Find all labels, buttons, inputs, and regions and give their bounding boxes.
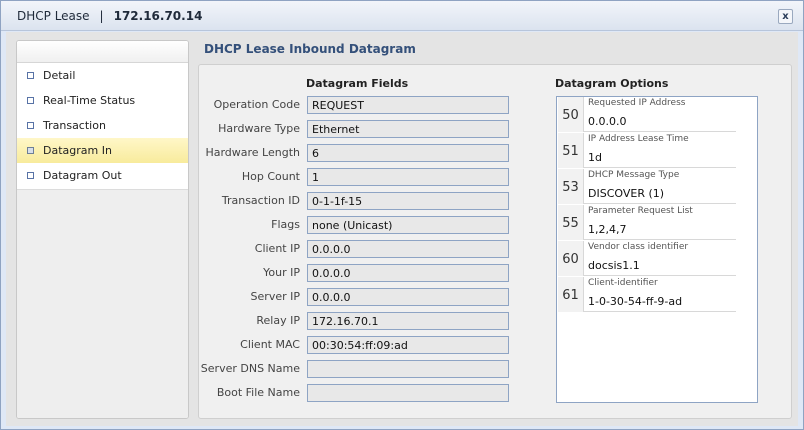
option-name: DHCP Message Type <box>588 170 680 180</box>
field-label: Flags <box>271 218 300 231</box>
sidebar-item-label: Transaction <box>43 119 106 132</box>
option-code: 60 <box>558 241 584 276</box>
field-label: Your IP <box>263 266 300 279</box>
sidebar-header <box>17 41 188 63</box>
option-code: 53 <box>558 169 584 204</box>
field-row-server-ip: Server IP 0.0.0.0 <box>206 288 526 306</box>
square-bullet-icon <box>27 72 34 79</box>
close-icon: x <box>782 11 789 22</box>
sidebar-empty-area <box>17 189 188 418</box>
field-label: Client IP <box>254 242 300 255</box>
field-row-relay-ip: Relay IP 172.16.70.1 <box>206 312 526 330</box>
window-title: DHCP Lease <box>17 8 90 23</box>
field-label: Hardware Type <box>218 122 300 135</box>
server-dns-name-field[interactable] <box>307 360 509 378</box>
square-bullet-icon <box>27 122 34 129</box>
section-title: DHCP Lease Inbound Datagram <box>204 42 416 56</box>
boot-file-name-field[interactable] <box>307 384 509 402</box>
window-body: Detail Real-Time Status Transaction Data… <box>6 32 798 426</box>
field-row-your-ip: Your IP 0.0.0.0 <box>206 264 526 282</box>
option-row-55: 55 Parameter Request List 1,2,4,7 <box>558 205 736 240</box>
sidebar-item-datagram-in[interactable]: Datagram In <box>17 138 188 163</box>
sidebar-item-label: Real-Time Status <box>43 94 136 107</box>
close-button[interactable]: x <box>778 9 793 24</box>
option-value: 1,2,4,7 <box>588 223 627 236</box>
field-label: Boot File Name <box>216 386 300 399</box>
square-bullet-icon <box>27 97 34 104</box>
sidebar-item-real-time-status[interactable]: Real-Time Status <box>17 88 188 113</box>
flags-field[interactable]: none (Unicast) <box>307 216 509 234</box>
option-value: 1-0-30-54-ff-9-ad <box>588 295 683 308</box>
sidebar-item-detail[interactable]: Detail <box>17 63 188 88</box>
field-label: Server IP <box>250 290 300 303</box>
square-bullet-icon <box>27 147 34 154</box>
option-name: Requested IP Address <box>588 98 686 108</box>
field-row-boot-file-name: Boot File Name <box>206 384 526 402</box>
option-value: docsis1.1 <box>588 259 640 272</box>
field-row-flags: Flags none (Unicast) <box>206 216 526 234</box>
field-row-transaction-id: Transaction ID 0-1-1f-15 <box>206 192 526 210</box>
option-value: 1d <box>588 151 602 164</box>
sidebar-item-label: Datagram Out <box>43 169 122 182</box>
field-row-hardware-type: Hardware Type Ethernet <box>206 120 526 138</box>
field-row-hop-count: Hop Count 1 <box>206 168 526 186</box>
field-label: Hardware Length <box>205 146 300 159</box>
hop-count-field[interactable]: 1 <box>307 168 509 186</box>
sidebar-item-label: Detail <box>43 69 76 82</box>
window-title-ip: 172.16.70.14 <box>113 8 203 23</box>
sidebar-item-datagram-out[interactable]: Datagram Out <box>17 163 188 188</box>
option-row-50: 50 Requested IP Address 0.0.0.0 <box>558 97 736 132</box>
field-label: Hop Count <box>241 170 300 183</box>
field-row-operation-code: Operation Code REQUEST <box>206 96 526 114</box>
option-code: 51 <box>558 133 584 168</box>
option-code: 55 <box>558 205 584 240</box>
client-mac-field[interactable]: 00:30:54:ff:09:ad <box>307 336 509 354</box>
sidebar-nav: Detail Real-Time Status Transaction Data… <box>17 63 188 188</box>
hardware-length-field[interactable]: 6 <box>307 144 509 162</box>
server-ip-field[interactable]: 0.0.0.0 <box>307 288 509 306</box>
square-bullet-icon <box>27 172 34 179</box>
options-heading: Datagram Options <box>555 77 669 90</box>
option-value: DISCOVER (1) <box>588 187 665 200</box>
field-label: Transaction ID <box>221 194 300 207</box>
option-row-60: 60 Vendor class identifier docsis1.1 <box>558 241 736 276</box>
sidebar-item-label: Datagram In <box>43 144 112 157</box>
option-name: Vendor class identifier <box>588 242 689 252</box>
field-label: Client MAC <box>240 338 300 351</box>
title-separator: | <box>99 8 104 23</box>
field-row-client-mac: Client MAC 00:30:54:ff:09:ad <box>206 336 526 354</box>
field-row-hardware-length: Hardware Length 6 <box>205 144 526 162</box>
client-ip-field[interactable]: 0.0.0.0 <box>307 240 509 258</box>
field-label: Server DNS Name <box>200 362 300 375</box>
field-row-client-ip: Client IP 0.0.0.0 <box>206 240 526 258</box>
transaction-id-field[interactable]: 0-1-1f-15 <box>307 192 509 210</box>
option-row-51: 51 IP Address Lease Time 1d <box>558 133 736 168</box>
option-code: 61 <box>558 277 584 312</box>
window-titlebar: DHCP Lease | 172.16.70.14 x <box>1 1 803 31</box>
field-label: Relay IP <box>256 314 300 327</box>
option-row-53: 53 DHCP Message Type DISCOVER (1) <box>558 169 736 204</box>
hardware-type-field[interactable]: Ethernet <box>307 120 509 138</box>
option-row-61: 61 Client-identifier 1-0-30-54-ff-9-ad <box>558 277 736 312</box>
your-ip-field[interactable]: 0.0.0.0 <box>307 264 509 282</box>
field-label: Operation Code <box>213 98 300 111</box>
dhcp-lease-window: DHCP Lease | 172.16.70.14 x Detail Real-… <box>0 0 804 430</box>
option-code: 50 <box>558 97 584 132</box>
sidebar-item-transaction[interactable]: Transaction <box>17 113 188 138</box>
datagram-options-list[interactable]: 50 Requested IP Address 0.0.0.0 51 IP Ad… <box>556 96 758 403</box>
relay-ip-field[interactable]: 172.16.70.1 <box>307 312 509 330</box>
operation-code-field[interactable]: REQUEST <box>307 96 509 114</box>
option-name: IP Address Lease Time <box>588 134 689 144</box>
fields-heading: Datagram Fields <box>306 77 409 90</box>
option-value: 0.0.0.0 <box>588 115 627 128</box>
field-row-server-dns-name: Server DNS Name <box>201 360 526 378</box>
sidebar: Detail Real-Time Status Transaction Data… <box>16 40 189 419</box>
option-name: Parameter Request List <box>588 206 693 216</box>
option-name: Client-identifier <box>588 278 658 288</box>
